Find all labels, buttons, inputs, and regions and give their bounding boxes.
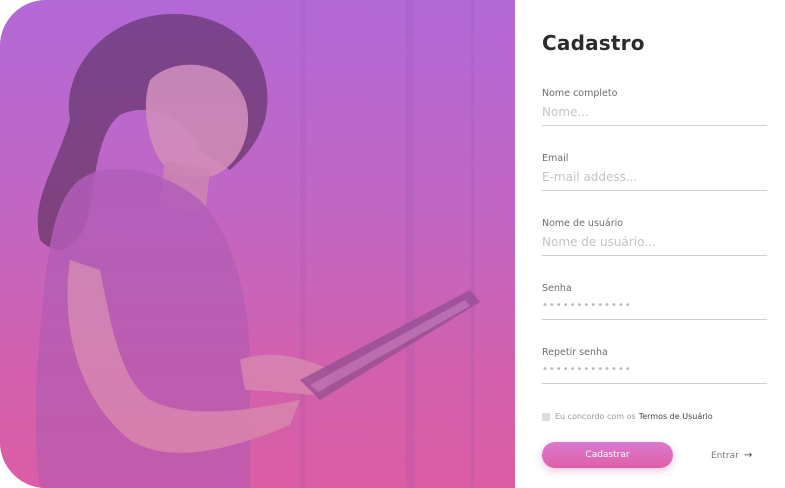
- email-label: Email: [542, 153, 569, 164]
- password-label: Senha: [542, 283, 572, 294]
- page-title: Cadastro: [542, 31, 645, 55]
- full-name-field: Nome completo: [542, 88, 767, 126]
- register-button[interactable]: Cadastrar: [542, 442, 673, 468]
- repeat-password-label: Repetir senha: [542, 347, 608, 358]
- terms-text: Eu concordo com os: [555, 412, 636, 421]
- username-field: Nome de usuário: [542, 218, 767, 256]
- full-name-label: Nome completo: [542, 88, 618, 99]
- repeat-password-input[interactable]: [542, 364, 767, 384]
- terms-agreement: Eu concordo com os Termos de Usuário: [542, 412, 713, 421]
- terms-checkbox[interactable]: [542, 412, 550, 421]
- password-input[interactable]: [542, 300, 767, 320]
- arrow-right-icon: →: [743, 450, 753, 461]
- hero-image-panel: [0, 0, 515, 488]
- email-input[interactable]: [542, 170, 767, 191]
- password-field: Senha: [542, 283, 767, 320]
- registration-form: Cadastro Nome completo Email Nome de usu…: [515, 0, 785, 488]
- terms-link[interactable]: Termos de Usuário: [639, 412, 713, 421]
- login-link-label: Entrar: [711, 450, 739, 461]
- email-field: Email: [542, 153, 767, 191]
- username-label: Nome de usuário: [542, 218, 624, 229]
- repeat-password-field: Repetir senha: [542, 347, 767, 384]
- login-link[interactable]: Entrar →: [711, 450, 752, 461]
- username-input[interactable]: [542, 235, 767, 256]
- full-name-input[interactable]: [542, 105, 767, 126]
